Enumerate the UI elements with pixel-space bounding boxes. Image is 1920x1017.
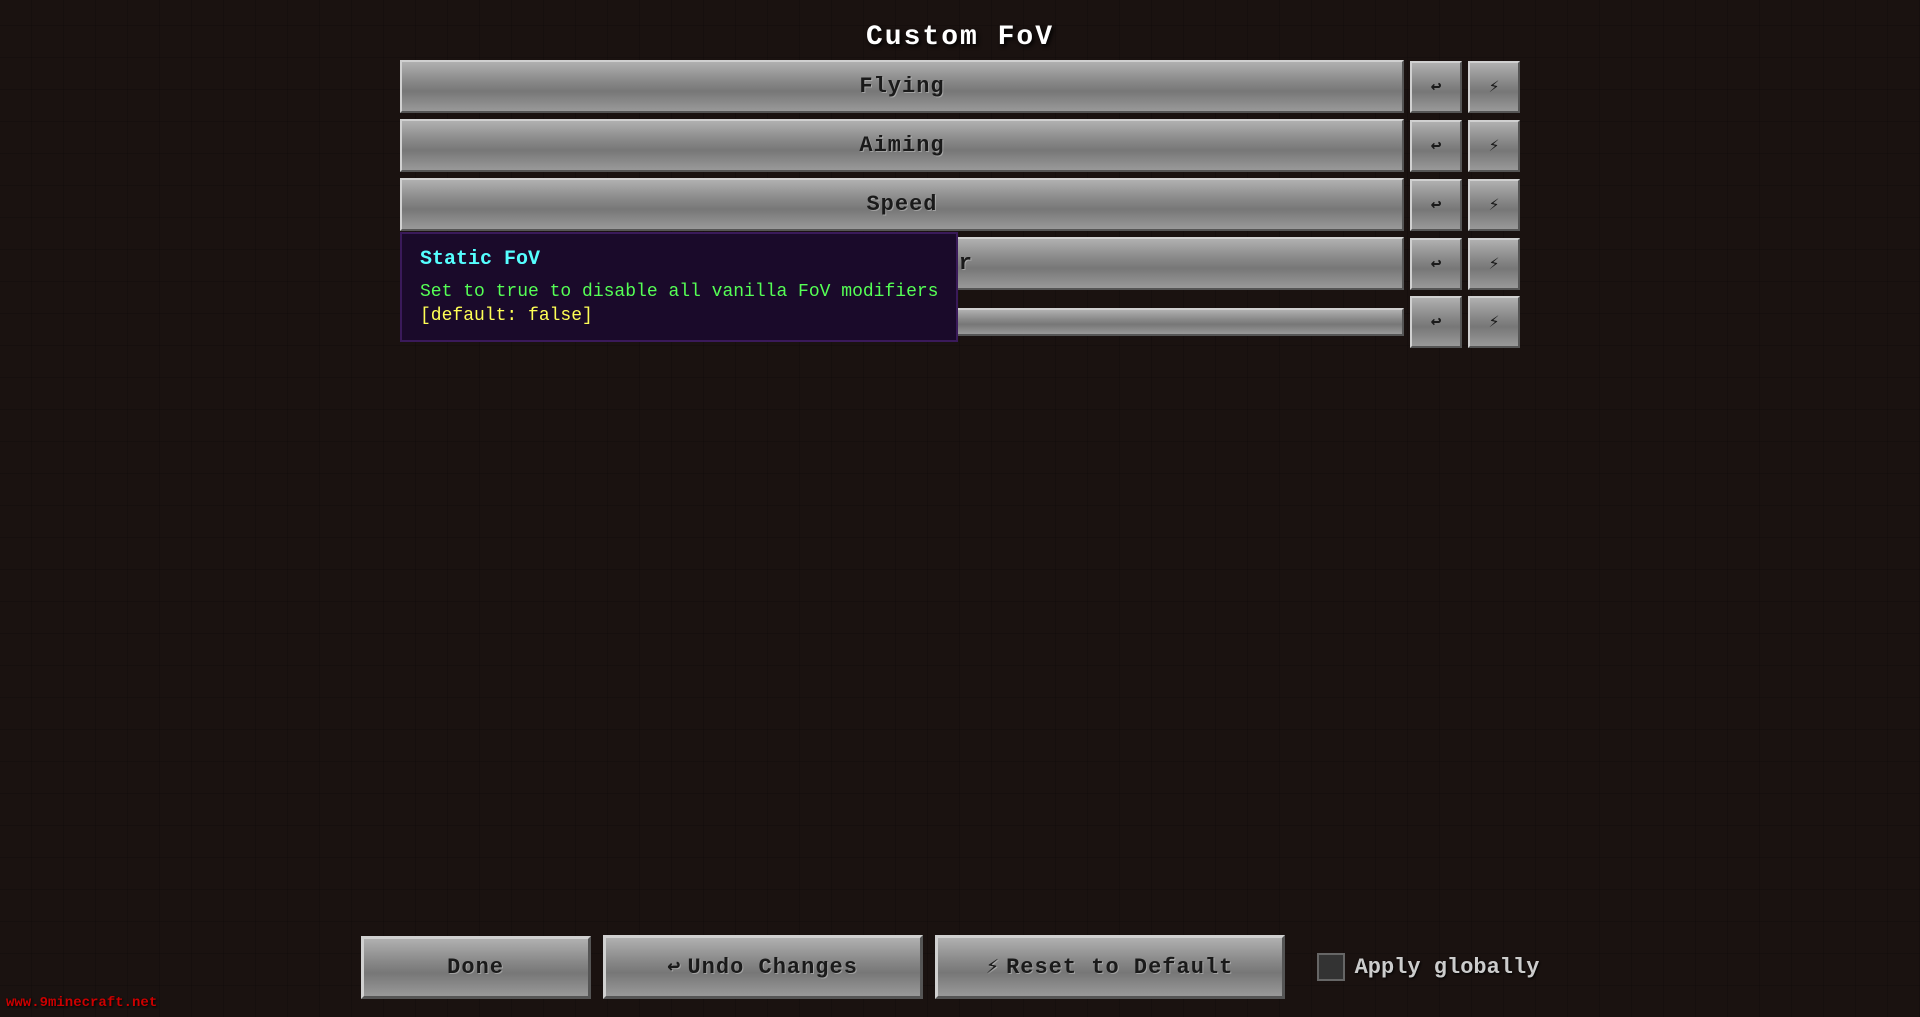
flying-undo-icon[interactable]: ↩ [1410,61,1462,113]
setting-row-flying: Flying ↩ ⚡ [400,60,1520,113]
apply-globally-checkbox[interactable] [1317,953,1345,981]
speed-button[interactable]: Speed [400,178,1404,231]
bottom-bar: Done ↩Undo Changes ⚡Reset to Default App… [0,917,1920,1017]
reset-to-default-button[interactable]: ⚡Reset to Default [935,935,1285,999]
tooltip-default: [default: false] [420,306,938,326]
speed-undo-icon[interactable]: ↩ [1410,179,1462,231]
undo-changes-button[interactable]: ↩Undo Changes [603,935,923,999]
flying-reset-icon[interactable]: ⚡ [1468,61,1520,113]
aiming-reset-icon[interactable]: ⚡ [1468,120,1520,172]
underwater-undo-icon[interactable]: ↩ [1410,238,1462,290]
flying-button[interactable]: Flying [400,60,1404,113]
aiming-undo-icon[interactable]: ↩ [1410,120,1462,172]
speed-reset-icon[interactable]: ⚡ [1468,179,1520,231]
tooltip-description: Set to true to disable all vanilla FoV m… [420,279,938,306]
static-fov-undo-icon[interactable]: ↩ [1410,296,1462,348]
static-fov-reset-icon[interactable]: ⚡ [1468,296,1520,348]
tooltip: Static FoV Set to true to disable all va… [400,232,958,342]
apply-globally-label: Apply globally [1355,955,1540,980]
watermark: www.9minecraft.net [6,995,157,1011]
setting-row-aiming: Aiming ↩ ⚡ [400,119,1520,172]
tooltip-title: Static FoV [420,248,938,271]
aiming-button[interactable]: Aiming [400,119,1404,172]
underwater-reset-icon[interactable]: ⚡ [1468,238,1520,290]
undo-icon: ↩ [667,954,681,980]
reset-icon: ⚡ [986,954,1000,980]
setting-row-speed: Speed ↩ ⚡ [400,178,1520,231]
done-button[interactable]: Done [361,936,591,999]
apply-globally-container: Apply globally [1297,937,1560,997]
